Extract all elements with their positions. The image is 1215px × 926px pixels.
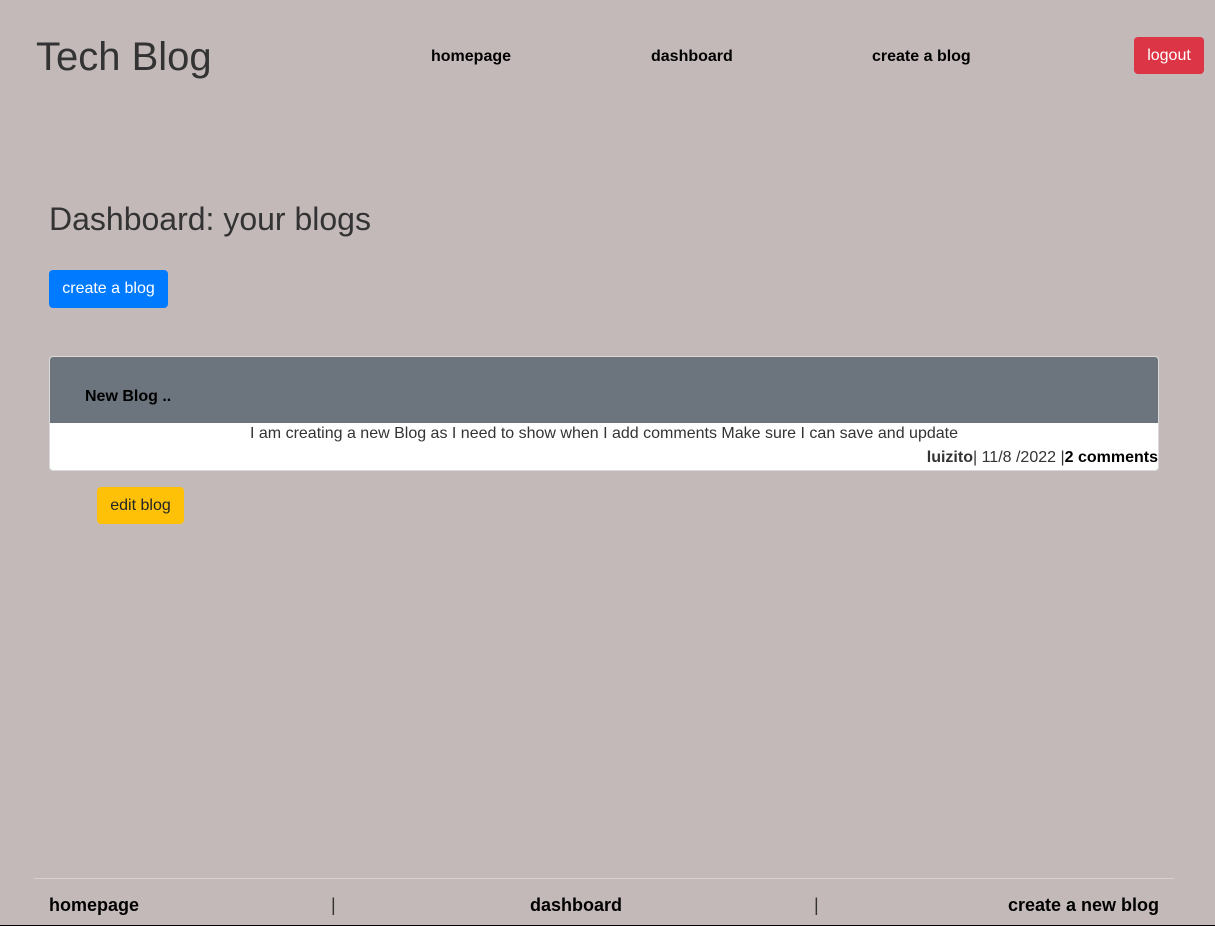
edit-blog-button[interactable]: edit blog [97,487,184,524]
blog-card: New Blog .. I am creating a new Blog as … [49,356,1159,471]
footer-separator: | [331,895,336,915]
footer-dashboard-link[interactable]: dashboard [530,895,622,915]
blog-title-link[interactable]: New Blog .. [85,387,171,407]
blog-meta: luizito| 11/8 /2022 |2 comments [927,447,1158,469]
page-title: Dashboard: your blogs [49,201,371,237]
blog-author: luizito [926,449,973,466]
blog-card-header: New Blog .. [50,357,1158,423]
blog-comments-link[interactable]: 2 comments [1065,449,1158,466]
footer-homepage-link[interactable]: homepage [49,895,139,915]
site-title: Tech Blog [36,35,212,79]
site-footer: homepage | dashboard | create a new blog [34,878,1174,926]
site-header: Tech Blog homepage dashboard create a bl… [0,0,1215,110]
nav-homepage-link[interactable]: homepage [431,47,511,67]
create-blog-button[interactable]: create a blog [49,270,168,308]
logout-button[interactable]: logout [1134,37,1204,74]
nav-create-blog-link[interactable]: create a blog [872,47,971,67]
nav-dashboard-link[interactable]: dashboard [651,47,733,67]
blog-date: | 11/8 /2022 | [972,449,1065,466]
blog-content: I am creating a new Blog as I need to sh… [250,425,958,442]
footer-create-blog-link[interactable]: create a new blog [1008,895,1159,915]
footer-separator: | [814,895,819,915]
